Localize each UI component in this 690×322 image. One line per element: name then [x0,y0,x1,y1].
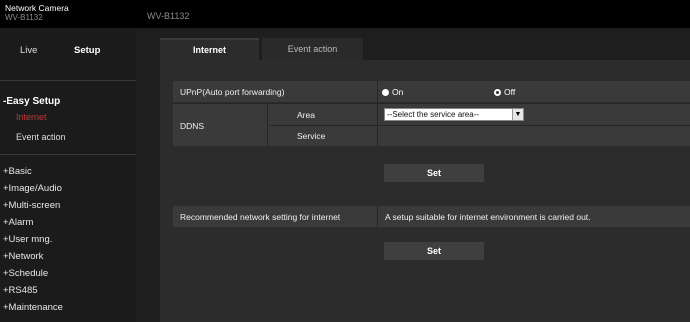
easy-setup-section: -Easy Setup Internet Event action [0,90,136,154]
brand-model: WV-B1132 [5,13,43,22]
tab-internet[interactable]: Internet [160,38,259,60]
sidebar-item-multi-screen[interactable]: +Multi-screen [3,200,60,211]
tab-event-action[interactable]: Event action [262,38,363,60]
area-label: Area [297,110,315,120]
divider [0,154,136,155]
main-content: Internet Event action UPnP(Auto port for… [136,28,690,322]
sidebar-item-basic[interactable]: +Basic [3,166,32,177]
upnp-on-label: On [392,87,404,97]
tab-live[interactable]: Live [20,45,37,56]
sidebar-item-event-action[interactable]: Event action [16,132,66,142]
sidebar-item-alarm[interactable]: +Alarm [3,217,33,228]
sidebar-item-maintenance[interactable]: +Maintenance [3,302,63,313]
tab-setup[interactable]: Setup [74,45,100,56]
radio-selected-icon [382,88,389,96]
brand-title: Network Camera [5,3,69,13]
area-select[interactable]: --Select the service area-- ▼ [384,108,524,121]
camera-model: WV-B1132 [147,11,190,21]
divider [377,81,378,146]
upnp-label: UPnP(Auto port forwarding) [180,87,285,97]
mode-tabs: Live Setup [0,28,136,80]
upnp-on-radio[interactable]: On [382,87,403,97]
recommended-label: Recommended network setting for internet [180,212,341,222]
sidebar-item-internet[interactable]: Internet [16,112,47,122]
area-select-value: --Select the service area-- [387,110,480,119]
sidebar: Live Setup -Easy Setup Internet Event ac… [0,28,136,322]
upnp-off-radio[interactable]: Off [494,87,515,97]
sidebar-item-user-mng[interactable]: +User mng. [3,234,52,245]
set-button[interactable]: Set [384,164,484,182]
ddns-label: DDNS [180,121,205,131]
sidebar-item-image-audio[interactable]: +Image/Audio [3,183,62,194]
recommended-description: A setup suitable for internet environmen… [385,212,591,222]
service-label: Service [297,131,326,141]
brand: Network Camera WV-B1132 [0,0,136,28]
internet-settings-panel: UPnP(Auto port forwarding) On Off DDNS A… [160,60,690,322]
divider [377,206,378,227]
radio-unselected-icon [494,88,501,96]
sidebar-item-network[interactable]: +Network [3,251,43,262]
divider [173,103,690,104]
sidebar-item-rs485[interactable]: +RS485 [3,285,38,296]
divider [270,125,690,126]
divider [0,80,136,81]
top-header: Network Camera WV-B1132 WV-B1132 [0,0,690,28]
set-recommended-button[interactable]: Set [384,242,484,260]
upnp-off-label: Off [504,87,516,97]
chevron-down-icon[interactable]: ▼ [512,109,523,120]
divider [267,104,268,146]
sidebar-item-schedule[interactable]: +Schedule [3,268,48,279]
easy-setup-header[interactable]: -Easy Setup [3,96,60,107]
